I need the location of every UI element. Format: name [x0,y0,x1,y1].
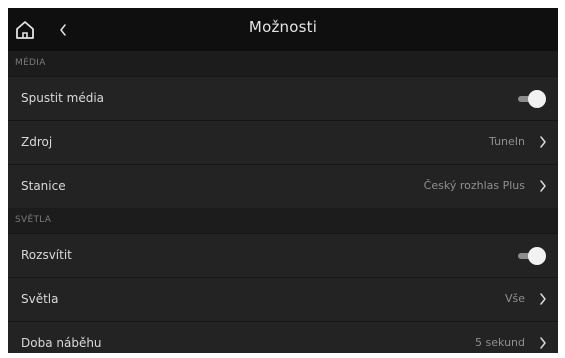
toggle-knob [528,90,546,108]
row-start-media[interactable]: Spustit média [8,76,558,120]
row-value: Český rozhlas Plus [423,179,525,192]
row-value: TuneIn [489,135,525,148]
chevron-right-icon [540,337,546,349]
turn-on-toggle[interactable] [518,247,546,265]
chevron-right-icon [540,180,546,192]
row-ramp-time[interactable]: Doba náběhu 5 sekund [8,321,558,353]
row-label: Světla [21,292,59,306]
settings-screen: Možnosti MÉDIA Spustit média Zdroj TuneI… [8,8,558,353]
row-lights[interactable]: Světla Vše [8,277,558,321]
row-value: 5 sekund [475,336,525,349]
row-value: Vše [504,292,525,305]
chevron-right-icon [540,293,546,305]
row-label: Rozsvítit [21,248,72,262]
section-header-lights: SVĚTLA [8,208,558,233]
row-turn-on[interactable]: Rozsvítit [8,233,558,277]
row-label: Stanice [21,179,66,193]
top-bar: Možnosti [8,8,558,51]
row-source[interactable]: Zdroj TuneIn [8,120,558,164]
chevron-right-icon [540,136,546,148]
page-title: Možnosti [248,18,318,36]
row-label: Doba náběhu [21,336,102,350]
toggle-knob [528,247,546,265]
section-header-media: MÉDIA [8,51,558,76]
row-station[interactable]: Stanice Český rozhlas Plus [8,164,558,208]
start-media-toggle[interactable] [518,90,546,108]
row-label: Spustit média [21,91,105,105]
row-label: Zdroj [21,135,53,149]
